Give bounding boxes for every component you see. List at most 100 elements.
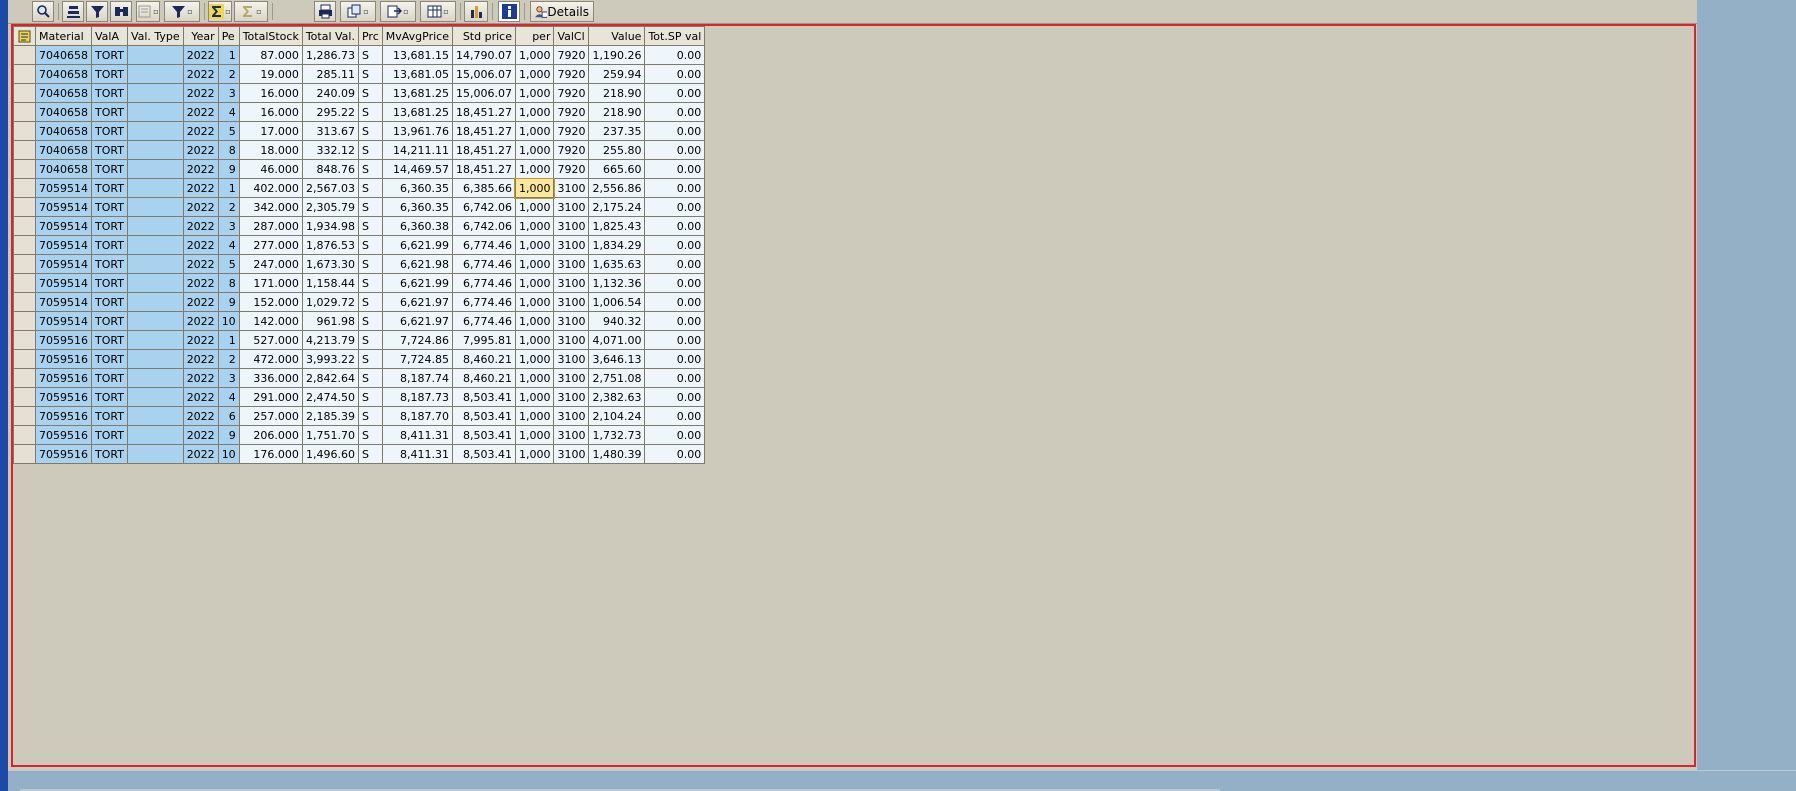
table-cell[interactable]: 2022 (182, 311, 219, 331)
table-cell[interactable]: 2022 (182, 197, 219, 217)
table-cell[interactable]: S (357, 140, 383, 160)
table-cell[interactable]: 0.00 (644, 406, 706, 426)
table-cell[interactable]: 3100 (553, 406, 590, 426)
table-cell[interactable]: 2022 (182, 216, 219, 236)
table-cell[interactable]: 7059514 (35, 197, 92, 217)
table-cell[interactable]: S (357, 273, 383, 293)
table-cell[interactable]: 237.35 (588, 121, 646, 141)
table-cell[interactable] (126, 102, 184, 122)
table-cell[interactable]: 3100 (553, 273, 590, 293)
table-cell[interactable]: 8,187.70 (381, 406, 453, 426)
table-cell[interactable]: 0.00 (644, 330, 706, 350)
table-cell[interactable]: 1,000 (514, 235, 555, 255)
table-cell[interactable]: 7059514 (35, 292, 92, 312)
table-cell[interactable]: 665.60 (588, 159, 646, 179)
table-cell[interactable]: 1,635.63 (588, 254, 646, 274)
column-header[interactable]: ValCl (553, 26, 590, 46)
table-cell[interactable]: 1,000 (514, 311, 555, 331)
table-cell[interactable]: 1,000 (514, 216, 555, 236)
table-cell[interactable]: 2022 (182, 121, 219, 141)
table-cell[interactable]: 7920 (553, 102, 590, 122)
table-cell[interactable]: 8,187.74 (381, 368, 453, 388)
table-cell[interactable]: 16.000 (238, 102, 303, 122)
column-header[interactable]: Tot.SP val (644, 26, 706, 46)
table-cell[interactable]: S (357, 45, 383, 65)
table-cell[interactable]: 472.000 (238, 349, 303, 369)
table-cell[interactable]: 14,469.57 (381, 159, 453, 179)
table-cell[interactable]: S (357, 330, 383, 350)
table-cell[interactable]: 0.00 (644, 102, 706, 122)
table-cell[interactable]: 1,732.73 (588, 425, 646, 445)
table-cell[interactable]: S (357, 235, 383, 255)
table-cell[interactable]: 8 (217, 140, 240, 160)
table-cell[interactable]: 1,480.39 (588, 444, 646, 464)
table-cell[interactable]: 1,000 (514, 102, 555, 122)
table-cell[interactable]: 3100 (553, 254, 590, 274)
table-cell[interactable]: 3 (217, 216, 240, 236)
table-cell[interactable] (126, 368, 184, 388)
table-cell[interactable]: 16.000 (238, 83, 303, 103)
table-cell[interactable]: 3100 (553, 311, 590, 331)
table-cell[interactable]: S (357, 254, 383, 274)
table-cell[interactable] (126, 311, 184, 331)
table-cell[interactable]: 7040658 (35, 64, 92, 84)
print-icon[interactable] (314, 1, 336, 22)
table-cell[interactable]: S (357, 216, 383, 236)
table-cell[interactable]: 13,681.15 (381, 45, 453, 65)
table-cell[interactable]: 15,006.07 (451, 64, 516, 84)
table-cell[interactable]: 13,681.25 (381, 102, 453, 122)
table-cell[interactable]: 6,385.66 (451, 178, 516, 198)
table-cell[interactable]: S (357, 425, 383, 445)
table-cell[interactable] (126, 349, 184, 369)
table-cell[interactable]: 3 (217, 83, 240, 103)
table-cell[interactable]: 247.000 (238, 254, 303, 274)
table-cell[interactable]: 8,503.41 (451, 406, 516, 426)
table-cell[interactable]: 8,460.21 (451, 368, 516, 388)
table-cell[interactable]: TORT (91, 83, 128, 103)
table-cell[interactable]: 1 (217, 45, 240, 65)
table-cell[interactable]: 0.00 (644, 140, 706, 160)
graphic-icon[interactable] (464, 1, 488, 22)
column-header[interactable]: per (514, 26, 555, 46)
table-cell[interactable]: 2022 (182, 254, 219, 274)
table-cell[interactable]: TORT (91, 64, 128, 84)
table-cell[interactable]: 2,104.24 (588, 406, 646, 426)
table-cell[interactable]: 15,006.07 (451, 83, 516, 103)
table-cell[interactable]: 1,132.36 (588, 273, 646, 293)
table-cell[interactable]: 1,000 (514, 387, 555, 407)
row-selector[interactable] (13, 121, 36, 141)
table-cell[interactable]: 2 (217, 197, 240, 217)
table-cell[interactable]: TORT (91, 140, 128, 160)
table-cell[interactable]: 285.11 (301, 64, 359, 84)
table-cell[interactable]: 2,567.03 (301, 178, 359, 198)
table-cell[interactable]: 5 (217, 121, 240, 141)
table-cell[interactable]: 2022 (182, 406, 219, 426)
table-cell[interactable]: 6,360.35 (381, 197, 453, 217)
table-cell[interactable]: 1,000 (514, 177, 555, 199)
table-cell[interactable]: 7040658 (35, 83, 92, 103)
table-cell[interactable]: 332.12 (301, 140, 359, 160)
table-cell[interactable] (126, 273, 184, 293)
table-cell[interactable] (126, 45, 184, 65)
find-next-icon[interactable] (110, 1, 132, 22)
table-cell[interactable]: 0.00 (644, 216, 706, 236)
table-cell[interactable]: 2,175.24 (588, 197, 646, 217)
table-cell[interactable]: S (357, 387, 383, 407)
table-cell[interactable]: S (357, 406, 383, 426)
table-cell[interactable]: 336.000 (238, 368, 303, 388)
table-cell[interactable]: 4 (217, 102, 240, 122)
table-cell[interactable]: TORT (91, 235, 128, 255)
table-cell[interactable]: TORT (91, 311, 128, 331)
table-cell[interactable]: 0.00 (644, 197, 706, 217)
table-cell[interactable]: 6,621.97 (381, 292, 453, 312)
table-cell[interactable]: 7059516 (35, 368, 92, 388)
table-cell[interactable] (126, 330, 184, 350)
table-cell[interactable]: 255.80 (588, 140, 646, 160)
table-cell[interactable]: 2,842.64 (301, 368, 359, 388)
table-cell[interactable]: 18.000 (238, 140, 303, 160)
row-selector[interactable] (13, 311, 36, 331)
table-cell[interactable]: 1,190.26 (588, 45, 646, 65)
table-cell[interactable] (126, 292, 184, 312)
row-selector[interactable] (13, 102, 36, 122)
table-cell[interactable]: 0.00 (644, 254, 706, 274)
